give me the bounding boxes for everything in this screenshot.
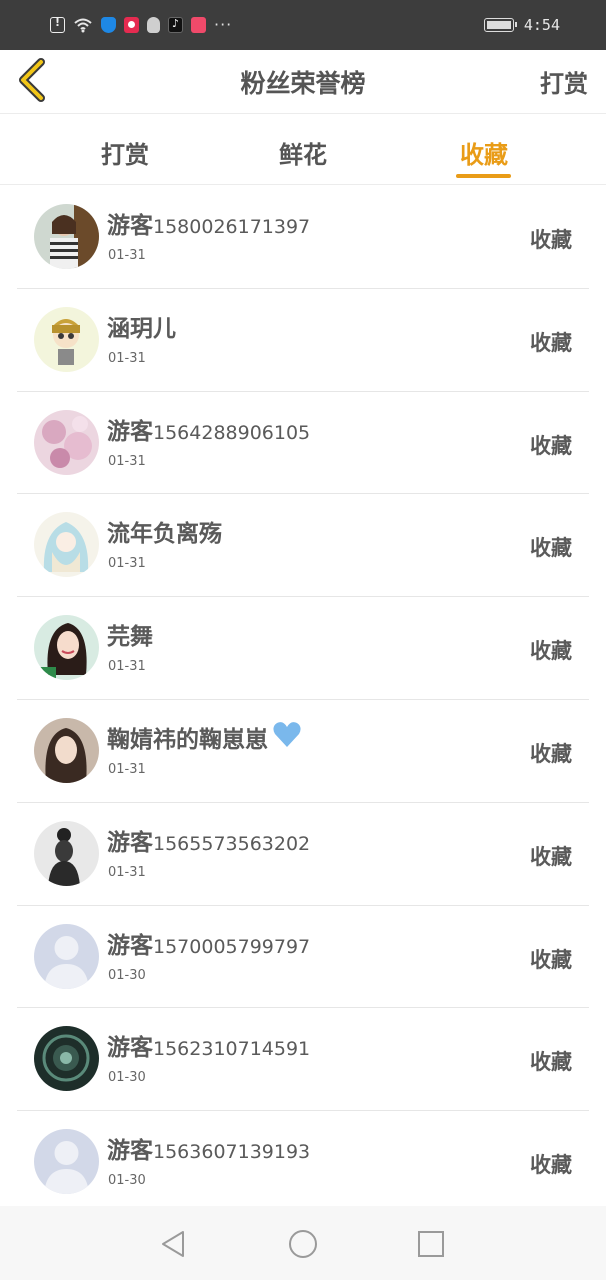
more-icon: ···	[214, 15, 233, 34]
tab-favorites[interactable]: 收藏	[454, 135, 514, 170]
avatar	[34, 1129, 99, 1195]
active-tab-indicator	[456, 174, 511, 178]
date: 01-30	[108, 1070, 146, 1086]
tab-reward[interactable]: 打赏	[96, 135, 154, 170]
wifi-icon	[74, 18, 92, 33]
user-name: 鞠婧祎的鞠崽崽	[107, 720, 302, 754]
date: 01-30	[108, 967, 146, 983]
alert-icon	[50, 16, 65, 33]
list-item[interactable]: 芫舞 01-31 收藏	[17, 597, 589, 700]
avatar	[34, 923, 99, 989]
action-label: 收藏	[530, 741, 572, 766]
shield-app-icon	[101, 17, 116, 33]
battery-icon	[483, 18, 517, 32]
qq-icon	[147, 17, 160, 33]
action-label: 收藏	[530, 639, 572, 664]
tab-flowers[interactable]: 鲜花	[274, 135, 332, 170]
recents-square-icon[interactable]	[415, 1228, 447, 1260]
back-triangle-icon[interactable]	[158, 1228, 190, 1260]
action-label: 收藏	[530, 536, 572, 561]
system-nav-bar	[0, 1206, 606, 1280]
user-name: 游客1563607139193	[107, 1138, 311, 1165]
avatar	[34, 512, 99, 578]
user-name: 流年负离殇	[107, 521, 222, 548]
user-name: 游客1562310714591	[107, 1035, 311, 1062]
avatar	[34, 204, 99, 269]
user-name: 游客1564288906105	[107, 418, 311, 445]
avatar	[34, 409, 99, 475]
calendar-app-icon	[191, 17, 206, 33]
status-bar: ··· 4:54	[0, 0, 606, 50]
list-item[interactable]: 游客1570005799797 01-30 收藏	[17, 906, 589, 1009]
avatar	[34, 306, 99, 372]
home-circle-icon[interactable]	[287, 1228, 319, 1260]
avatar	[34, 717, 99, 783]
date: 01-31	[108, 659, 146, 675]
date: 01-31	[108, 350, 146, 366]
list-item[interactable]: 游客1563607139193 01-30 收藏	[17, 1111, 589, 1214]
user-name: 芫舞	[107, 624, 153, 651]
date: 01-30	[108, 1173, 146, 1189]
clock: 4:54	[523, 16, 560, 34]
action-label: 收藏	[530, 330, 572, 355]
app-header: 粉丝荣誉榜 打赏	[0, 50, 606, 114]
action-label: 收藏	[530, 1153, 572, 1178]
date: 01-31	[108, 248, 146, 263]
avatar	[34, 1026, 99, 1092]
date: 01-31	[108, 761, 146, 777]
action-label: 收藏	[530, 433, 572, 458]
avatar	[34, 615, 99, 681]
status-icons: ···	[50, 14, 232, 36]
tab-bar: 打赏 鲜花 收藏	[0, 115, 606, 185]
list-item[interactable]: 涵玥儿 01-31 收藏	[17, 289, 589, 392]
action-label: 收藏	[530, 1050, 572, 1075]
date: 01-31	[108, 453, 146, 469]
page-title: 粉丝荣誉榜	[240, 69, 366, 98]
date: 01-31	[108, 556, 146, 572]
user-name: 涵玥儿	[107, 315, 176, 342]
action-label: 收藏	[530, 844, 572, 869]
reward-button[interactable]: 打赏	[540, 64, 588, 99]
list-item[interactable]: 鞠婧祎的鞠崽崽 01-31 收藏	[17, 700, 589, 803]
fan-list: 游客1580026171397 01-31 收藏 涵玥儿 01-31 收藏 游客…	[0, 186, 606, 1214]
status-right: 4:54	[483, 14, 560, 36]
action-label: 收藏	[530, 947, 572, 972]
avatar	[34, 820, 99, 886]
blue-heart-icon	[273, 722, 301, 747]
user-name: 游客1580026171397	[107, 213, 311, 239]
list-item[interactable]: 游客1565573563202 01-31 收藏	[17, 803, 589, 906]
tiktok-icon	[168, 17, 183, 33]
list-item[interactable]: 游客1564288906105 01-31 收藏	[17, 392, 589, 495]
list-item[interactable]: 流年负离殇 01-31 收藏	[17, 494, 589, 598]
user-name: 游客1570005799797	[107, 932, 311, 959]
list-item[interactable]: 游客1580026171397 01-31 收藏	[17, 186, 589, 289]
action-label: 收藏	[530, 228, 572, 252]
list-item[interactable]: 游客1562310714591 01-30 收藏	[17, 1008, 589, 1112]
red-app-icon	[124, 17, 139, 33]
date: 01-31	[108, 864, 146, 880]
user-name: 游客1565573563202	[107, 829, 311, 856]
